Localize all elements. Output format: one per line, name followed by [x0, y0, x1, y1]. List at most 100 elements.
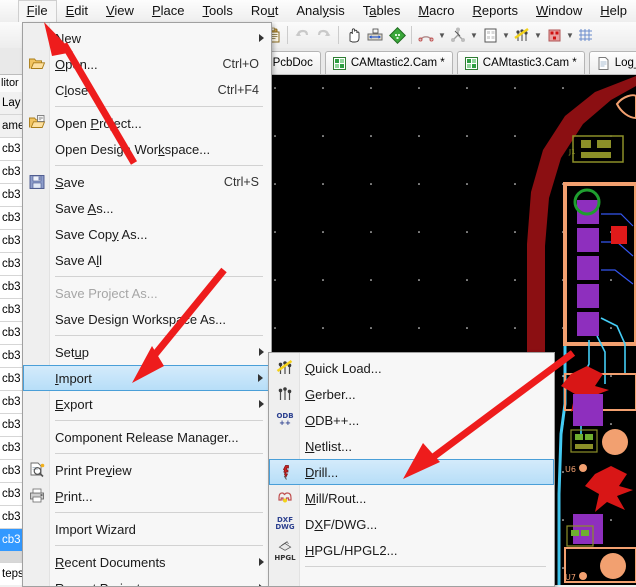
- net-tool-icon[interactable]: [447, 24, 469, 46]
- quickload-icon: [276, 359, 294, 377]
- menu-item-label: Import Wizard: [55, 522, 136, 537]
- menu-item-label: Save: [55, 175, 85, 190]
- menubar-item-rout[interactable]: Rout: [242, 0, 287, 22]
- toolbar-separator: [338, 26, 339, 44]
- redo-icon[interactable]: [313, 24, 335, 46]
- document-tab[interactable]: CAMtastic2.Cam *: [325, 51, 453, 74]
- menu-item-label: Recent Documents: [55, 555, 166, 570]
- quickload-icon[interactable]: [511, 24, 533, 46]
- import-menu-items[interactable]: Quick Load... Gerber...ODB++ODB++... Netli…: [269, 353, 554, 587]
- hpgl-icon: HPGL: [274, 540, 296, 560]
- menu-item-import[interactable]: Import: [23, 365, 271, 391]
- menu-item-label: Quick Load...: [305, 361, 382, 376]
- menu-item-recent-projects[interactable]: Recent Projects: [23, 575, 271, 587]
- menu-bar[interactable]: FileEditViewPlaceToolsRoutAnalysisTables…: [0, 0, 636, 23]
- chevron-down-icon[interactable]: ▼: [533, 31, 543, 40]
- chevron-down-icon[interactable]: ▼: [501, 31, 511, 40]
- menu-separator: [55, 276, 263, 277]
- menu-item-netlist[interactable]: Netlist...: [269, 433, 554, 459]
- menu-item-print[interactable]: Print...: [23, 483, 271, 509]
- menu-item-export[interactable]: Export: [23, 391, 271, 417]
- drill-icon: [275, 463, 297, 483]
- toolbar-separator: [411, 26, 412, 44]
- menu-item-label: HPGL/HPGL2...: [305, 543, 397, 558]
- document-tab[interactable]: Log_201: [589, 51, 636, 74]
- menu-item-open-project[interactable]: Open Project...: [23, 110, 271, 136]
- menu-item-odb[interactable]: ODB++ODB++...: [269, 407, 554, 433]
- menu-item-label: ODB++...: [305, 413, 359, 428]
- menu-item-recent-documents[interactable]: Recent Documents: [23, 549, 271, 575]
- menubar-item-reports[interactable]: Reports: [463, 0, 527, 22]
- open-folder-icon: [27, 54, 47, 74]
- menu-item-clipped[interactable]: [269, 570, 554, 587]
- menu-item-close[interactable]: CloseCtrl+F4: [23, 77, 271, 103]
- chevron-down-icon[interactable]: ▼: [437, 31, 447, 40]
- menu-item-mill-rout[interactable]: Mill/Rout...: [269, 485, 554, 511]
- save-icon: [27, 172, 47, 192]
- menu-item-quick-load[interactable]: Quick Load...: [269, 355, 554, 381]
- dxfdwg-icon: DXFDWG: [274, 514, 296, 534]
- menu-item-open-design-workspace[interactable]: Open Design Workspace...: [23, 136, 271, 162]
- print-icon: [28, 487, 46, 505]
- measure-icon[interactable]: [364, 24, 386, 46]
- menu-item-save-as[interactable]: Save As...: [23, 195, 271, 221]
- menu-item-save[interactable]: Save Ctrl+S: [23, 169, 271, 195]
- menubar-item-file[interactable]: File: [18, 0, 57, 23]
- menu-item-label: Component Release Manager...: [55, 430, 239, 445]
- chevron-down-icon[interactable]: ▼: [469, 31, 479, 40]
- menu-item-shortcut: Ctrl+S: [224, 175, 263, 189]
- menubar-item-analysis[interactable]: Analysis: [287, 0, 353, 22]
- menubar-item-window[interactable]: Window: [527, 0, 591, 22]
- menu-item-new[interactable]: New: [23, 25, 271, 51]
- arc-tool-icon[interactable]: [415, 24, 437, 46]
- menu-item-label: Import: [55, 371, 92, 386]
- import-submenu-popup[interactable]: Quick Load... Gerber...ODB++ODB++... Netli…: [268, 352, 555, 587]
- menu-item-open[interactable]: Open...Ctrl+O: [23, 51, 271, 77]
- menu-item-dxf-dwg[interactable]: DXFDWGDXF/DWG...: [269, 511, 554, 537]
- toolbar-separator: [287, 26, 288, 44]
- menu-item-setup[interactable]: Setup: [23, 339, 271, 365]
- print-preview-icon: [27, 460, 47, 480]
- menubar-item-tables[interactable]: Tables: [354, 0, 410, 22]
- menubar-item-place[interactable]: Place: [143, 0, 194, 22]
- menu-item-gerber[interactable]: Gerber...: [269, 381, 554, 407]
- menu-item-save-copy-as[interactable]: Save Copy As...: [23, 221, 271, 247]
- pad-tool-icon[interactable]: [479, 24, 501, 46]
- menu-item-label: Open Project...: [55, 116, 142, 131]
- menubar-item-edit[interactable]: Edit: [57, 0, 97, 22]
- drill-table-icon[interactable]: [543, 24, 565, 46]
- menu-item-print-preview[interactable]: Print Preview: [23, 457, 271, 483]
- undo-icon[interactable]: [291, 24, 313, 46]
- chevron-down-icon[interactable]: ▼: [565, 31, 575, 40]
- file-menu-popup[interactable]: New Open...Ctrl+OCloseCtrl+F4 Open Project…: [22, 22, 272, 587]
- menubar-item-view[interactable]: View: [97, 0, 143, 22]
- board-icon[interactable]: [386, 24, 408, 46]
- submenu-arrow-icon: [259, 348, 264, 356]
- svg-text:U6: U6: [565, 465, 576, 474]
- grid-icon[interactable]: [575, 24, 597, 46]
- menu-item-label: New: [55, 31, 81, 46]
- print-icon: [27, 486, 47, 506]
- cam-doc-icon: [333, 57, 346, 70]
- file-menu-items[interactable]: New Open...Ctrl+OCloseCtrl+F4 Open Project…: [23, 23, 271, 587]
- open-project-icon: [27, 113, 47, 133]
- cam-doc-icon: [465, 57, 478, 70]
- menu-item-label: Save Project As...: [55, 286, 158, 301]
- menu-item-label: Netlist...: [305, 439, 352, 454]
- document-tabs[interactable]: CB3.PcbDocCAMtastic2.Cam *CAMtastic3.Cam…: [265, 51, 636, 74]
- document-tab[interactable]: CAMtastic3.Cam *: [457, 51, 585, 74]
- pan-hand-icon[interactable]: [342, 24, 364, 46]
- menu-item-save-all[interactable]: Save All: [23, 247, 271, 273]
- menubar-item-macro[interactable]: Macro: [409, 0, 463, 22]
- menu-item-save-design-workspace-as[interactable]: Save Design Workspace As...: [23, 306, 271, 332]
- menu-item-label: Export: [55, 397, 93, 412]
- menu-item-save-project-as: Save Project As...: [23, 280, 271, 306]
- menu-item-component-release-manager[interactable]: Component Release Manager...: [23, 424, 271, 450]
- menubar-item-tools[interactable]: Tools: [193, 0, 241, 22]
- menu-item-drill[interactable]: Drill...: [269, 459, 554, 485]
- menubar-item-help[interactable]: Help: [591, 0, 636, 22]
- menu-item-import-wizard[interactable]: Import Wizard: [23, 516, 271, 542]
- menu-item-hpgl-hpgl2[interactable]: HPGL HPGL/HPGL2...: [269, 537, 554, 563]
- menu-item-label: Close: [55, 83, 88, 98]
- menu-separator: [55, 453, 263, 454]
